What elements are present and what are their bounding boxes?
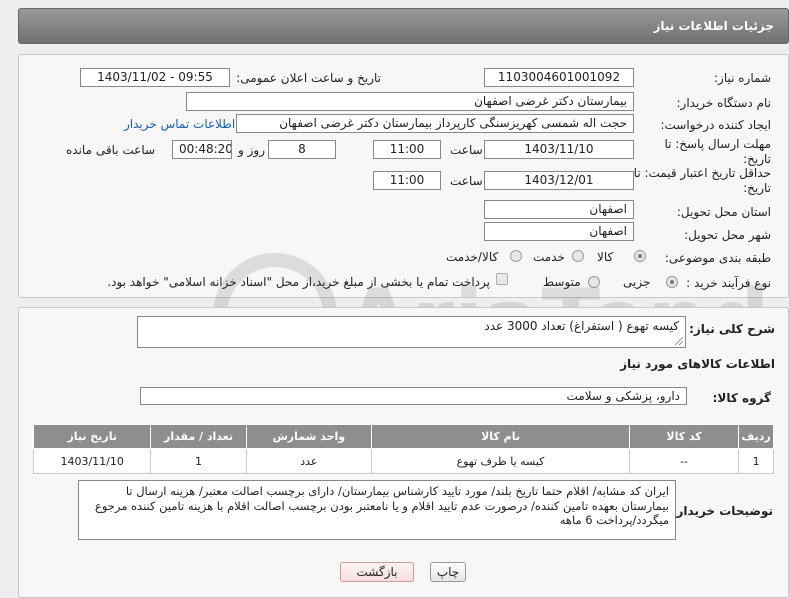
requester-field: حجت اله شمسی کهریزسنگی کارپرداز بیمارستا… xyxy=(236,114,634,133)
col-unit-header: واحد شمارش xyxy=(245,424,373,449)
back-button[interactable]: بازگشت xyxy=(340,562,414,582)
validity-date-field: 1403/12/01 xyxy=(484,171,634,190)
remaining-time-field: 00:48:20 xyxy=(172,140,232,159)
days-label: روز و xyxy=(238,143,265,157)
description-textarea: کیسه تهوع ( استفراغ) تعداد 3000 عدد xyxy=(137,316,686,348)
buyer-notes-textarea: ایران کد مشابه/ اقلام حتما تاریخ بلند/ م… xyxy=(78,480,676,540)
cell-qty: 1 xyxy=(150,448,247,474)
items-table: ردیف کد کالا نام کالا واحد شمارش تعداد /… xyxy=(32,424,774,474)
purchase-minor-label: جزیی xyxy=(623,275,651,289)
deadline-time-field: 11:00 xyxy=(373,140,441,159)
col-name-header: نام کالا xyxy=(371,424,630,449)
category-service-radio[interactable] xyxy=(572,250,584,262)
treasury-payment-note: پرداخت تمام یا بخشی از مبلغ خرید،از محل … xyxy=(107,275,490,289)
buyer-notes-label: توضیحات خریدار: xyxy=(671,504,773,518)
print-button[interactable]: چاپ xyxy=(430,562,466,582)
province-label: استان محل تحویل: xyxy=(676,205,771,219)
cell-unit: عدد xyxy=(245,448,373,474)
table-row: 1 -- کیسه یا ظرف تهوع عدد 1 1403/11/10 xyxy=(32,448,774,474)
requester-label: ایجاد کننده درخواست: xyxy=(660,118,771,132)
remaining-time-label: ساعت باقی مانده xyxy=(66,143,156,157)
page-title: جزئیات اطلاعات نیاز xyxy=(653,19,774,33)
buyer-notes-text: ایران کد مشابه/ اقلام حتما تاریخ بلند/ م… xyxy=(94,484,669,527)
treasury-payment-checkbox[interactable] xyxy=(496,273,508,285)
items-table-header: ردیف کد کالا نام کالا واحد شمارش تعداد /… xyxy=(32,424,774,449)
deadline-time-label: ساعت xyxy=(450,143,483,157)
purchase-type-label: نوع فرآیند خرید : xyxy=(686,276,771,290)
province-field: اصفهان xyxy=(484,200,634,219)
category-goods-service-label: کالا/خدمت xyxy=(446,250,499,264)
goods-section-title: اطلاعات کالاهای مورد نیاز xyxy=(620,357,775,371)
col-row-header: ردیف xyxy=(738,424,774,449)
col-code-header: کد کالا xyxy=(628,424,740,449)
cell-name: کیسه یا ظرف تهوع xyxy=(371,448,630,474)
need-number-field: 1103004601001092 xyxy=(484,68,634,87)
buyer-org-field: بیمارستان دکتر غرضی اصفهان xyxy=(186,92,634,111)
cell-date: 1403/11/10 xyxy=(32,448,152,474)
deadline-date-field: 1403/11/10 xyxy=(484,140,634,159)
announce-date-field: 1403/11/02 - 09:55 xyxy=(80,68,230,87)
description-label: شرح کلی نیاز: xyxy=(689,322,775,336)
deadline-label-text: مهلت ارسال پاسخ: تا تاریخ: xyxy=(664,137,771,166)
description-text: کیسه تهوع ( استفراغ) تعداد 3000 عدد xyxy=(484,319,679,333)
days-field: 8 xyxy=(268,140,336,159)
purchase-medium-label: متوسط xyxy=(543,275,581,289)
col-qty-header: تعداد / مقدار xyxy=(150,424,247,449)
cell-code: -- xyxy=(628,448,740,474)
contact-info-link[interactable]: اطلاعات تماس خریدار xyxy=(124,117,235,131)
category-service-label: خدمت xyxy=(533,250,565,264)
validity-label: حداقل تاریخ اعتبار قیمت: تا تاریخ: xyxy=(631,166,771,196)
validity-time-field: 11:00 xyxy=(373,171,441,190)
purchase-minor-radio[interactable] xyxy=(666,276,678,288)
items-table-wrapper: ردیف کد کالا نام کالا واحد شمارش تعداد /… xyxy=(32,424,774,474)
category-label: طبقه بندی موضوعی: xyxy=(664,251,771,265)
resize-handle-icon[interactable] xyxy=(675,337,683,345)
cell-row: 1 xyxy=(738,448,774,474)
category-goods-label: کالا xyxy=(597,250,614,264)
city-label: شهر محل تحویل: xyxy=(684,228,771,242)
category-goods-radio[interactable] xyxy=(634,250,646,262)
deadline-label: مهلت ارسال پاسخ: تا تاریخ: xyxy=(641,137,771,167)
need-number-label: شماره نیاز: xyxy=(714,71,771,85)
city-field: اصفهان xyxy=(484,222,634,241)
buyer-org-label: نام دستگاه خریدار: xyxy=(676,96,772,110)
purchase-medium-radio[interactable] xyxy=(588,276,600,288)
page-header: جزئیات اطلاعات نیاز xyxy=(18,8,789,44)
goods-group-field: دارو، پزشکی و سلامت xyxy=(140,387,687,405)
col-date-header: تاریخ نیاز xyxy=(32,424,152,449)
category-goods-service-radio[interactable] xyxy=(510,250,522,262)
goods-group-label: گروه کالا: xyxy=(712,391,771,405)
announce-date-label: تاریخ و ساعت اعلان عمومی: xyxy=(236,71,381,85)
validity-label-text: حداقل تاریخ اعتبار قیمت: تا تاریخ: xyxy=(633,166,771,195)
validity-time-label: ساعت xyxy=(450,174,483,188)
